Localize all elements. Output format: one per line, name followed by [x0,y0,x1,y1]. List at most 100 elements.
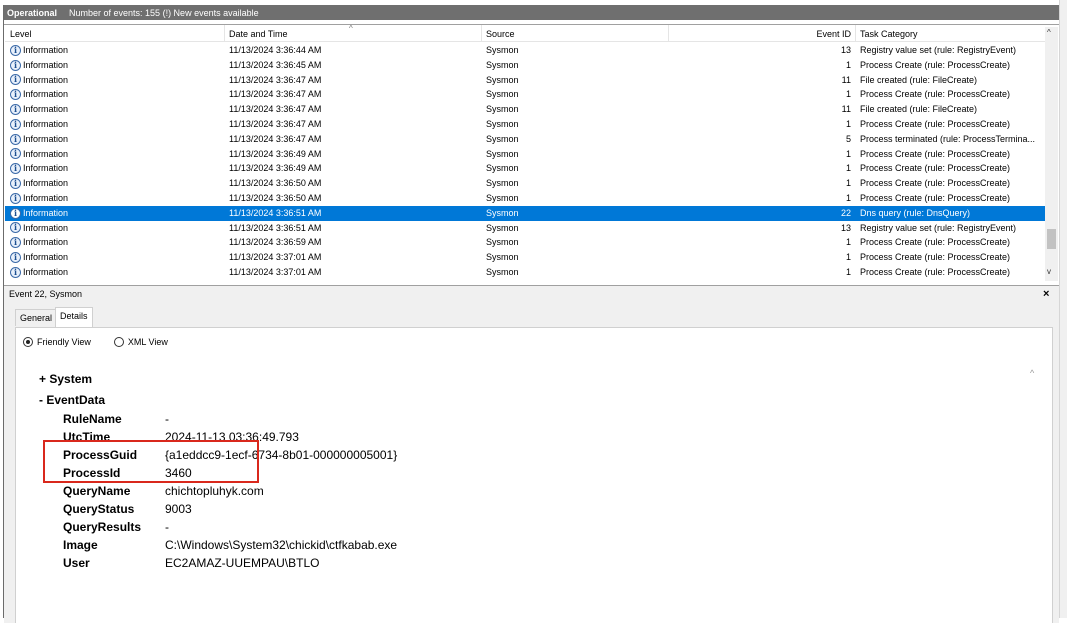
level-text: Information [23,118,69,129]
table-row[interactable]: i Information 11/13/2024 3:36:47 AM Sysmon 1… [5,73,1045,88]
field-value: 9003 [165,502,192,516]
source-cell: Sysmon [486,104,519,115]
table-row[interactable]: i Information 11/13/2024 3:36:47 AM Sysmon 5… [5,132,1045,147]
eventdata-node[interactable]: - EventData [39,393,105,407]
level-text: Information [23,163,69,174]
table-row[interactable]: i Information 11/13/2024 3:36:44 AM Sysmon 1… [5,43,1045,58]
field-value: - [165,412,169,426]
detail-scrollbar[interactable]: ^ [1029,363,1042,624]
col-level[interactable]: Level [10,29,32,39]
task-category-cell: Process Create (rule: ProcessCreate) [860,252,1011,263]
task-category-cell: Process Create (rule: ProcessCreate) [860,59,1011,70]
system-node[interactable]: + System [39,372,92,386]
event-id-cell: 1 [845,89,851,100]
source-cell: Sysmon [486,89,519,100]
table-row[interactable]: i Information 11/13/2024 3:36:49 AM Sysmon 1… [5,147,1045,162]
datetime-cell: 11/13/2024 3:36:51 AM [229,222,322,233]
event-id-cell: 1 [845,192,851,203]
info-icon: i [10,252,21,264]
event-id-cell: 11 [841,74,851,85]
task-category-cell: Process terminated (rule: ProcessTermina… [860,133,1036,144]
task-category-cell: Dns query (rule: DnsQuery) [860,207,971,218]
friendly-view-content: + System - EventData RuleName - UtcTime 202… [30,363,1042,624]
radio-checked-icon[interactable] [23,337,33,347]
task-category-cell: Registry value set (rule: RegistryEvent) [860,45,1017,55]
scroll-up-icon[interactable]: ^ [1030,368,1034,378]
task-category-cell: File created (rule: FileCreate) [860,74,978,85]
task-category-cell: Process Create (rule: ProcessCreate) [860,148,1011,159]
col-divider[interactable] [224,25,225,42]
info-icon: i [10,118,21,130]
level-cell: i Information [10,117,68,132]
table-row[interactable]: i Information 11/13/2024 3:36:45 AM Sysmon 1… [5,58,1045,73]
log-name: Operational [7,7,58,18]
level-text: Information [23,266,69,277]
event-id-cell: 1 [845,252,851,263]
event-id-cell: 1 [845,118,851,129]
field-key: QueryStatus [63,502,135,516]
info-icon: i [10,44,21,56]
info-icon: i [10,222,21,234]
radio-unchecked-icon[interactable] [113,337,124,347]
source-cell: Sysmon [486,237,519,248]
info-icon: i [10,207,21,219]
event-id-cell: 1 [845,266,851,277]
table-row[interactable]: i Information 11/13/2024 3:36:51 AM Sysmon 2… [5,205,1045,221]
source-cell: Sysmon [486,163,519,174]
scroll-thumb[interactable] [1047,229,1056,249]
annotation-highlight-box [43,440,259,483]
table-row[interactable]: i Information 11/13/2024 3:36:47 AM Sysmon 1… [5,117,1045,132]
level-text: Information [23,207,69,218]
event-id-cell: 1 [845,178,851,189]
friendly-view-label[interactable]: Friendly View [37,337,91,347]
source-cell: Sysmon [486,252,519,263]
col-event-id[interactable]: Event ID [645,29,851,39]
event-id-cell: 22 [840,207,851,218]
datetime-cell: 11/13/2024 3:36:45 AM [229,59,322,70]
event-rows: i Information 11/13/2024 3:36:44 AM Sysmon 1… [5,43,1045,280]
col-divider[interactable] [481,25,482,42]
grid-scrollbar[interactable]: ^ v [1045,27,1058,281]
datetime-cell: 11/13/2024 3:36:50 AM [229,192,322,203]
xml-view-label[interactable]: XML View [128,337,168,347]
field-key: User [63,556,90,570]
source-cell: Sysmon [486,59,519,70]
table-row[interactable]: i Information 11/13/2024 3:36:50 AM Sysmon 1… [5,191,1045,206]
table-row[interactable]: i Information 11/13/2024 3:37:01 AM Sysmon 1… [5,265,1045,280]
table-row[interactable]: i Information 11/13/2024 3:37:01 AM Sysmon 1… [5,250,1045,265]
info-icon: i [10,104,21,116]
table-row[interactable]: i Information 11/13/2024 3:36:47 AM Sysmon 1… [5,87,1045,102]
event-id-cell: 1 [845,163,851,174]
table-row[interactable]: i Information 11/13/2024 3:36:49 AM Sysmon 1… [5,161,1045,176]
tab-general[interactable]: General [15,309,58,326]
table-row[interactable]: i Information 11/13/2024 3:36:50 AM Sysmon 1… [5,176,1045,191]
xml-view-radio[interactable]: XML View [113,337,168,347]
level-text: Information [23,178,69,189]
field-key: QueryName [63,484,131,498]
info-icon: i [10,148,21,160]
scroll-down-icon[interactable]: v [1047,267,1051,276]
table-row[interactable]: i Information 11/13/2024 3:36:51 AM Sysmon 1… [5,221,1045,236]
level-text: Information [23,222,69,233]
col-source[interactable]: Source [486,29,515,39]
table-row[interactable]: i Information 11/13/2024 3:36:47 AM Sysmon 1… [5,102,1045,117]
field-value: EC2AMAZ-UUEMPAU\BTLO [165,556,320,570]
task-category-cell: Registry value set (rule: RegistryEvent) [860,222,1017,233]
level-cell: i Information [10,73,68,88]
level-text: Information [23,89,69,100]
col-datetime[interactable]: Date and Time [229,29,288,39]
level-text: Information [23,252,69,263]
info-icon: i [10,163,21,175]
info-icon: i [10,89,21,101]
col-divider[interactable] [855,25,856,42]
col-task-category[interactable]: Task Category [860,29,918,39]
detail-header: Event 22, Sysmon × [4,285,1059,302]
view-selector: Friendly View XML View [23,337,168,347]
datetime-cell: 11/13/2024 3:37:01 AM [229,252,322,263]
scroll-up-icon[interactable]: ^ [1047,28,1051,37]
tab-details[interactable]: Details [55,307,93,327]
friendly-view-radio[interactable]: Friendly View [23,337,91,347]
close-icon[interactable]: × [1043,288,1049,300]
level-cell: i Information [10,250,68,265]
table-row[interactable]: i Information 11/13/2024 3:36:59 AM Sysmon 1… [5,235,1045,250]
